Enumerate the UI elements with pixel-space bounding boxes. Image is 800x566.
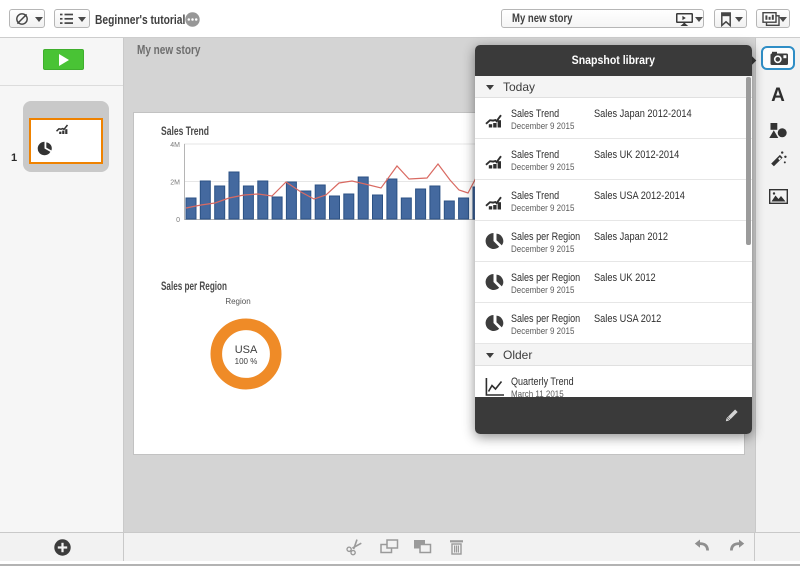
svg-text:100 %: 100 % xyxy=(235,357,258,366)
svg-text:Sales Trend: Sales Trend xyxy=(161,124,209,138)
svg-text:0: 0 xyxy=(176,217,180,224)
svg-text:Region: Region xyxy=(225,297,250,306)
svg-text:USA: USA xyxy=(235,344,258,356)
svg-text:2M: 2M xyxy=(170,180,180,187)
svg-text:4M: 4M xyxy=(170,142,180,149)
svg-text:Sales per Region: Sales per Region xyxy=(161,279,227,293)
